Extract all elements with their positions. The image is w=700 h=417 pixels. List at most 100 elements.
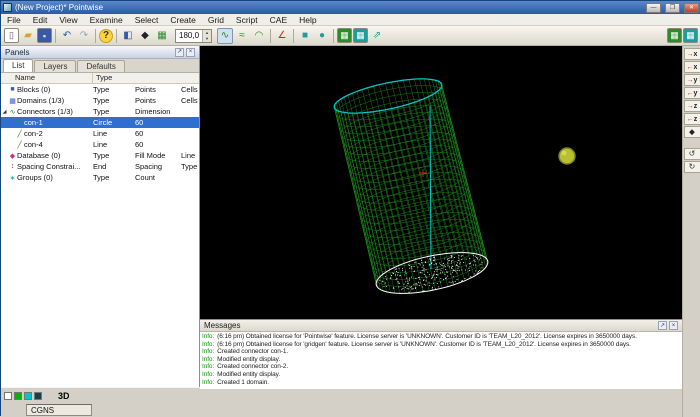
- two-point-curve-icon[interactable]: ∿: [217, 28, 233, 44]
- entity-col-1: Type: [93, 96, 135, 105]
- entity-name: con-2: [24, 129, 93, 138]
- tree-row[interactable]: ◢ ∿ Connectors (1/3) Type Dimension: [1, 106, 199, 117]
- 3d-viewport[interactable]: [200, 46, 682, 319]
- menu-item-label: Grid: [208, 15, 224, 25]
- mass-copy-icon[interactable]: ▦: [154, 28, 170, 44]
- view-plus-x-button[interactable]: → x: [684, 48, 700, 60]
- save-icon[interactable]: ▪: [37, 28, 52, 43]
- cae-solver-select[interactable]: CGNS: [26, 404, 92, 416]
- rotate-ccw-button[interactable]: ↺: [684, 148, 700, 160]
- unstructured-grid-icon[interactable]: ▦: [683, 28, 698, 43]
- tree-row[interactable]: ◆ Database (0) Type Fill Mode Line: [1, 150, 199, 161]
- menu-item[interactable]: Grid: [202, 14, 230, 25]
- messages-float-button[interactable]: ↗: [658, 321, 667, 330]
- log-level: Info:: [202, 348, 214, 355]
- tree-header: Name Type: [1, 73, 199, 84]
- entity-name: Blocks (0): [17, 85, 93, 94]
- dimension-icon[interactable]: ∠: [274, 28, 290, 44]
- axis-letter: y: [694, 90, 698, 97]
- structured-grid-icon[interactable]: ▦: [667, 28, 682, 43]
- log-level: Info:: [202, 356, 214, 363]
- toolbar-separator[interactable]: [270, 29, 271, 43]
- rotate-cw-button[interactable]: ↻: [684, 161, 700, 173]
- menu-item[interactable]: Help: [293, 14, 322, 25]
- log-level: Info:: [202, 341, 214, 348]
- menu-item[interactable]: Edit: [27, 14, 54, 25]
- tree-header-name[interactable]: Name: [1, 73, 93, 83]
- panels-panel: Panels ↗ × List Layers Defaults Name Typ…: [1, 46, 200, 387]
- tree-row[interactable]: ∗ Groups (0) Type Count: [1, 172, 199, 183]
- menu-item[interactable]: CAE: [264, 14, 293, 25]
- tree-row[interactable]: ╱ con-4 Line 60: [1, 139, 199, 150]
- show-panels-icon[interactable]: ◧: [120, 28, 136, 44]
- log-level: Info:: [202, 379, 214, 386]
- rotation-angle-input[interactable]: 180,0 ▲▼: [175, 29, 212, 43]
- transform-icon[interactable]: ◆: [137, 28, 153, 44]
- spinner-arrows[interactable]: ▲▼: [202, 30, 211, 42]
- menu-item[interactable]: File: [1, 14, 27, 25]
- axis-letter: z: [694, 103, 698, 110]
- solid-cube-icon[interactable]: ■: [297, 28, 313, 44]
- menu-item[interactable]: Create: [164, 14, 202, 25]
- open-folder-icon[interactable]: ▰: [20, 28, 36, 44]
- panel-float-button[interactable]: ↗: [175, 48, 184, 57]
- toolbar-separator[interactable]: [333, 29, 334, 43]
- axis-letter: x: [694, 64, 698, 71]
- solid-sphere-icon[interactable]: ●: [314, 28, 330, 44]
- menu-item[interactable]: Select: [129, 14, 165, 25]
- entity-col-3: Cells: [181, 96, 199, 105]
- tree-row[interactable]: ○ con-1 Circle 60: [1, 117, 199, 128]
- domain-mesh-icon[interactable]: ▦: [337, 28, 352, 43]
- rotate-icon: ↻: [689, 163, 696, 171]
- menu-item[interactable]: Script: [230, 14, 264, 25]
- rotation-angle-value[interactable]: 180,0: [176, 31, 202, 40]
- view-minus-x-button[interactable]: ← x: [684, 61, 700, 73]
- axis-letter: x: [694, 51, 698, 58]
- panel-close-button[interactable]: ×: [186, 48, 195, 57]
- block-mesh-icon[interactable]: ▦: [353, 28, 368, 43]
- messages-caption: Messages ↗ ×: [200, 320, 682, 332]
- toolbar-separator[interactable]: [293, 29, 294, 43]
- redo-icon[interactable]: ↷: [76, 28, 92, 44]
- menu-item-label: File: [7, 15, 21, 25]
- view-minus-y-button[interactable]: ← y: [684, 87, 700, 99]
- maximize-button[interactable]: ❐: [665, 3, 680, 13]
- entity-col-1: Line: [93, 140, 135, 149]
- toolbar-separator[interactable]: [95, 29, 96, 43]
- toolbar-separator[interactable]: [116, 29, 117, 43]
- tree-row[interactable]: ■ Blocks (0) Type Points Cells: [1, 84, 199, 95]
- view-minus-z-button[interactable]: ← z: [684, 113, 700, 125]
- database-icon: ◆: [8, 152, 17, 160]
- view-iso-button[interactable]: ◆: [684, 126, 700, 138]
- tree-header-type[interactable]: Type: [93, 73, 199, 83]
- menu-item[interactable]: View: [53, 14, 83, 25]
- close-button[interactable]: ✕: [684, 3, 699, 13]
- arc-curve-icon[interactable]: ◠: [251, 28, 267, 44]
- line-connector-icon: ╱: [15, 130, 24, 138]
- extrude-icon[interactable]: ⇗: [369, 28, 385, 44]
- toolbar-separator[interactable]: [55, 29, 56, 43]
- panel-tab[interactable]: Layers: [34, 60, 76, 72]
- spline-curve-icon[interactable]: ≈: [234, 28, 250, 44]
- tree-row[interactable]: ▦ Domains (1/3) Type Points Cells: [1, 95, 199, 106]
- tree-row[interactable]: ↕ Spacing Constrai... End Spacing Type: [1, 161, 199, 172]
- minimize-button[interactable]: —: [646, 3, 661, 13]
- messages-close-button[interactable]: ×: [669, 321, 678, 330]
- menu-item[interactable]: Examine: [84, 14, 129, 25]
- entity-col-2: 60: [135, 129, 181, 138]
- menu-item-label: Create: [170, 15, 196, 25]
- panel-tab[interactable]: List: [3, 59, 33, 72]
- view-plus-z-button[interactable]: → z: [684, 100, 700, 112]
- tree-row[interactable]: ╱ con-2 Line 60: [1, 128, 199, 139]
- cylinder-mesh-scene: [200, 46, 682, 319]
- new-file-icon[interactable]: ▯: [4, 28, 19, 43]
- view-plus-y-button[interactable]: → y: [684, 74, 700, 86]
- help-icon[interactable]: ?: [99, 29, 113, 43]
- spin-down-icon[interactable]: ▼: [203, 36, 211, 42]
- panel-tab[interactable]: Defaults: [77, 60, 124, 72]
- panel-tabs: List Layers Defaults: [1, 59, 199, 73]
- log-text: Created connector con-1.: [217, 348, 288, 355]
- undo-icon[interactable]: ↶: [59, 28, 75, 44]
- log-line: Info:Created connector con-1.: [202, 348, 680, 356]
- expander-icon[interactable]: ◢: [1, 109, 8, 115]
